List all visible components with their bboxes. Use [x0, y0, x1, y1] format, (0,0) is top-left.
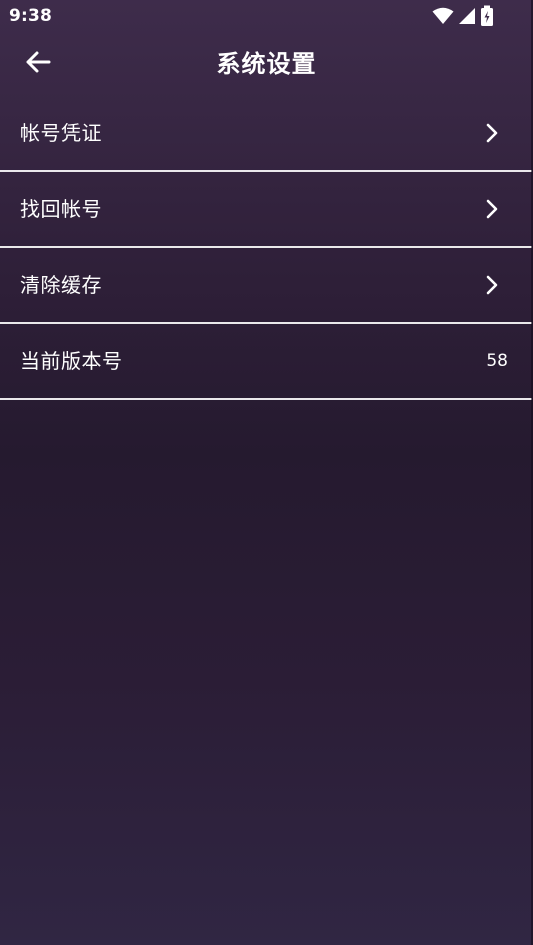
wifi-icon — [432, 7, 454, 29]
app-bar: 系统设置 — [0, 32, 533, 96]
status-icons — [432, 5, 494, 31]
settings-list: 帐号凭证 找回帐号 清除缓存 当前版本号 58 — [0, 96, 532, 400]
settings-item-clear-cache[interactable]: 清除缓存 — [0, 248, 532, 324]
page-title: 系统设置 — [216, 50, 317, 78]
settings-item-recover-account[interactable]: 找回帐号 — [0, 172, 532, 248]
status-time: 9:38 — [9, 6, 53, 26]
settings-screen: 9:38 系统设置 帐号凭证 找回帐号 清除缓存 当前版本号 58 — [0, 0, 533, 945]
settings-item-label: 帐号凭证 — [20, 121, 102, 145]
status-bar: 9:38 — [0, 0, 533, 32]
chevron-right-icon — [484, 274, 500, 296]
settings-item-account-credentials[interactable]: 帐号凭证 — [0, 96, 532, 172]
battery-charging-icon — [480, 5, 494, 31]
version-value: 58 — [486, 351, 508, 371]
settings-item-label: 找回帐号 — [20, 197, 102, 221]
chevron-right-icon — [484, 122, 500, 144]
cell-signal-icon — [458, 7, 476, 29]
settings-item-label: 当前版本号 — [20, 349, 123, 373]
settings-item-label: 清除缓存 — [20, 273, 102, 297]
settings-item-version: 当前版本号 58 — [0, 324, 532, 400]
chevron-right-icon — [484, 198, 500, 220]
